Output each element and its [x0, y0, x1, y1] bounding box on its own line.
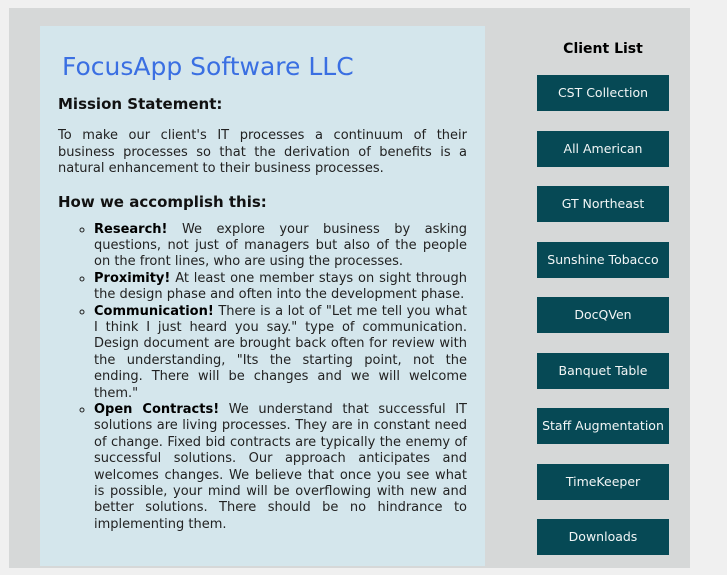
- list-item: Communication! There is a lot of "Let me…: [94, 304, 467, 402]
- approach-title: How we accomplish this:: [58, 192, 267, 211]
- client-list-title: Client List: [563, 41, 643, 57]
- list-item: Research! We explore your business by as…: [94, 222, 467, 271]
- client-button-sunshine-tobacco[interactable]: Sunshine Tobacco: [537, 241, 669, 278]
- item-term: Open Contracts!: [94, 401, 220, 417]
- item-term: Communication!: [94, 303, 214, 319]
- client-button-cst-collection[interactable]: CST Collection: [537, 75, 669, 111]
- mission-text: To make our client's IT processes a cont…: [58, 128, 467, 176]
- approach-list: Research! We explore your business by as…: [58, 222, 467, 534]
- client-sidebar: Client List CST Collection All American …: [536, 40, 670, 575]
- client-button-timekeeper[interactable]: TimeKeeper: [537, 463, 669, 500]
- list-item: Proximity! At least one member stays on …: [94, 271, 467, 304]
- client-button-staff-augmentation[interactable]: Staff Augmentation: [537, 408, 669, 444]
- company-name: FocusApp Software LLC: [62, 52, 354, 81]
- item-term: Research!: [94, 221, 168, 237]
- client-button-gt-northeast[interactable]: GT Northeast: [537, 186, 669, 222]
- client-button-all-american[interactable]: All American: [537, 130, 669, 167]
- mission-title: Mission Statement:: [58, 95, 223, 113]
- client-button-downloads[interactable]: Downloads: [537, 519, 669, 555]
- item-term: Proximity!: [94, 270, 171, 286]
- item-text: We understand that successful IT solutio…: [94, 401, 467, 532]
- client-button-docqven[interactable]: DocQVen: [537, 297, 669, 333]
- client-button-banquet-table[interactable]: Banquet Table: [537, 352, 669, 389]
- main-content: FocusApp Software LLC Mission Statement:…: [40, 26, 485, 566]
- list-item: Open Contracts! We understand that succe…: [94, 402, 467, 533]
